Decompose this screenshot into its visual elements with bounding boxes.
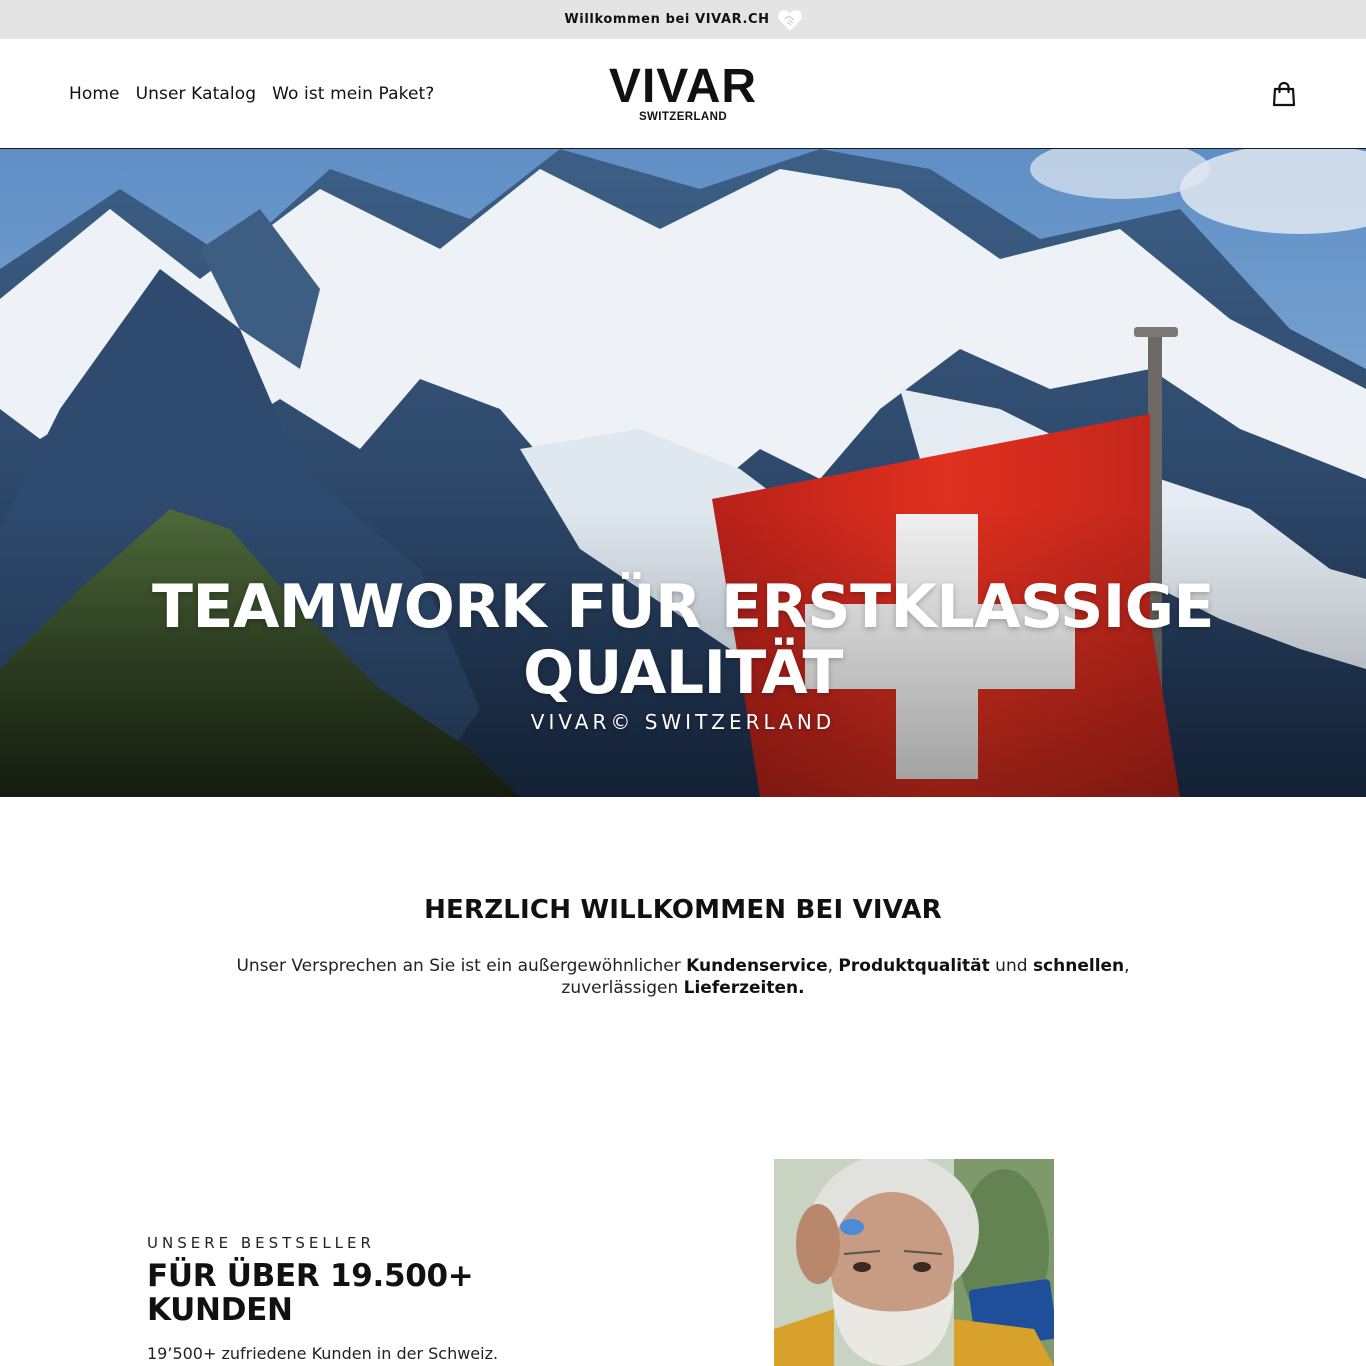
- bestseller-title: FÜR ÜBER 19.500+ KUNDEN: [147, 1258, 474, 1328]
- site-logo[interactable]: VIVAR SWITZERLAND: [583, 63, 783, 127]
- announcement-text: Willkommen bei VIVAR.CH: [564, 12, 770, 27]
- welcome-text-part: Unser Versprechen an Sie ist ein außerge…: [236, 956, 687, 976]
- bestseller-text: 19’500+ zufriedene Kunden in der Schweiz…: [147, 1344, 499, 1363]
- welcome-highlight-kundenservice: Kundenservice: [686, 956, 828, 976]
- site-header: Home Unser Katalog Wo ist mein Paket? VI…: [0, 39, 1366, 149]
- logo-wordmark: VIVAR: [608, 60, 758, 113]
- welcome-highlight-lieferzeiten: Lieferzeiten.: [683, 978, 805, 998]
- announcement-bar: Willkommen bei VIVAR.CH: [0, 0, 1366, 39]
- nav-link-katalog[interactable]: Unser Katalog: [136, 84, 257, 104]
- welcome-title: HERZLICH WILLKOMMEN BEI VIVAR: [424, 895, 942, 925]
- welcome-highlight-schnellen: schnellen: [1032, 956, 1125, 976]
- main-nav: Home Unser Katalog Wo ist mein Paket?: [69, 39, 434, 149]
- hero-title: TEAMWORK FÜR ERSTKLASSIGE QUALITÄT: [152, 572, 1214, 708]
- hero-subtitle: VIVAR© SWITZERLAND: [530, 710, 836, 734]
- welcome-text-part: und: [989, 956, 1033, 976]
- bestseller-kicker: UNSERE BESTSELLER: [147, 1234, 375, 1252]
- bestseller-image: [774, 1159, 1054, 1366]
- shopping-bag-icon[interactable]: [1271, 81, 1297, 107]
- nav-link-paket[interactable]: Wo ist mein Paket?: [272, 84, 434, 104]
- welcome-text-part: ,: [827, 956, 839, 976]
- welcome-highlight-produktqualitaet: Produktqualität: [838, 956, 990, 976]
- heart-handshake-icon: [777, 9, 802, 31]
- hero-banner: TEAMWORK FÜR ERSTKLASSIGE QUALITÄT VIVAR…: [0, 149, 1366, 797]
- nav-link-home[interactable]: Home: [69, 84, 120, 104]
- welcome-text: Unser Versprechen an Sie ist ein außerge…: [233, 955, 1133, 999]
